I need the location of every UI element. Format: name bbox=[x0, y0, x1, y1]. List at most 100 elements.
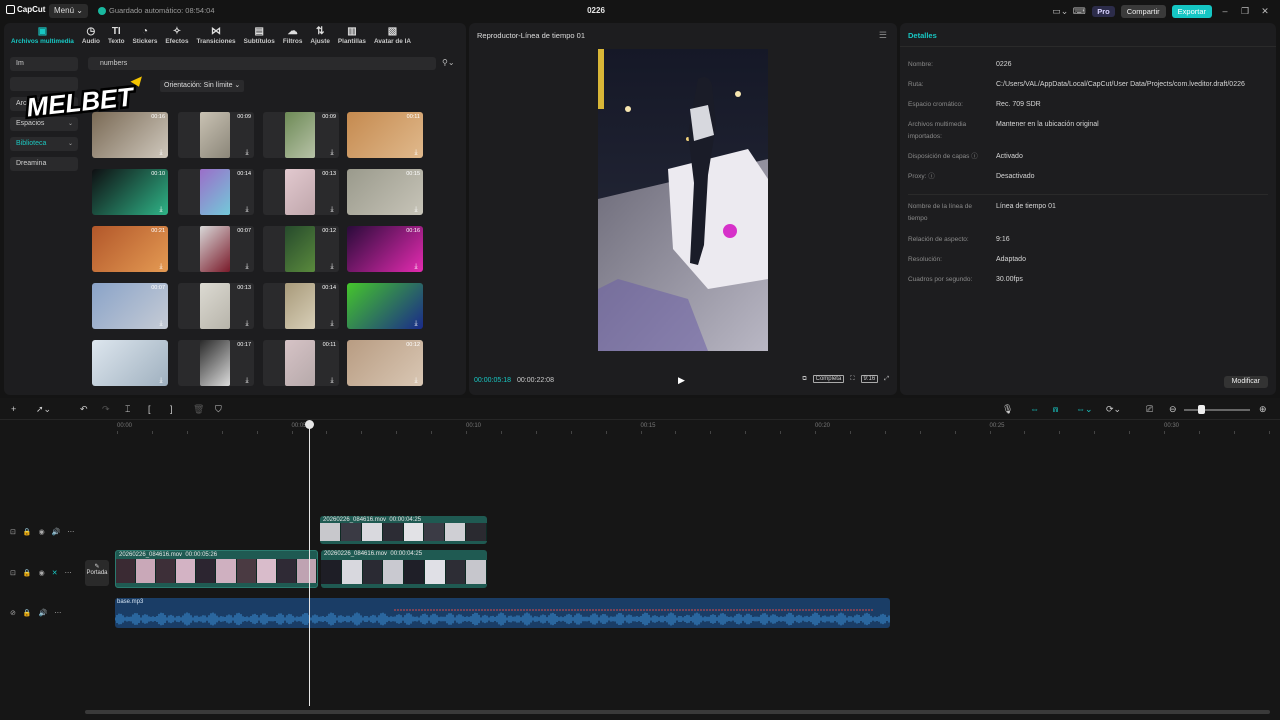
redo-icon[interactable]: ↷ bbox=[102, 404, 110, 415]
download-icon[interactable]: ⤓ bbox=[243, 149, 251, 157]
select-tool-icon[interactable]: ➚⌄ bbox=[36, 404, 51, 415]
more-icon[interactable]: ⋯ bbox=[67, 528, 74, 536]
playhead[interactable] bbox=[309, 424, 310, 706]
more-icon[interactable]: ⋯ bbox=[54, 609, 61, 617]
delete-icon[interactable]: 🗑 bbox=[193, 404, 204, 415]
tab-adjust[interactable]: ⇅ Ajuste bbox=[306, 23, 334, 49]
download-icon[interactable]: ⤓ bbox=[328, 320, 336, 328]
tab-avatar[interactable]: ▧ Avatar de IA bbox=[370, 23, 415, 49]
download-icon[interactable]: ⤓ bbox=[412, 377, 420, 385]
media-thumbnail[interactable]: 00:13 ⤓ bbox=[263, 169, 339, 215]
play-icon[interactable]: ▶ bbox=[678, 375, 685, 386]
eye-icon[interactable]: ◉ bbox=[39, 569, 45, 577]
time-ruler[interactable]: 00:00 00:05 00:10 00:15 00:20 00:25 00:30 bbox=[114, 420, 1280, 434]
fullscreen-icon[interactable]: ⤢ bbox=[884, 376, 889, 383]
download-icon[interactable]: ⤓ bbox=[412, 149, 420, 157]
media-thumbnail[interactable]: 00:21 ⤓ bbox=[92, 226, 168, 272]
download-icon[interactable]: ⤓ bbox=[328, 377, 336, 385]
minimize-icon[interactable]: – bbox=[1218, 6, 1232, 16]
download-icon[interactable]: ⤓ bbox=[157, 206, 165, 214]
download-icon[interactable]: ⤓ bbox=[243, 320, 251, 328]
sidebar-item[interactable]: Biblioteca ⌄ bbox=[10, 137, 78, 151]
volume-icon[interactable]: 🔊 bbox=[39, 609, 48, 617]
lock-icon[interactable]: 🔒 bbox=[23, 609, 32, 617]
download-icon[interactable]: ⤓ bbox=[243, 377, 251, 385]
tab-filters[interactable]: ☁ Filtros bbox=[279, 23, 307, 49]
more-icon[interactable]: ⋯ bbox=[65, 569, 72, 577]
main-clip-b[interactable]: 20260226_084616.mov 00:00:04:25 bbox=[321, 550, 487, 588]
media-thumbnail[interactable]: 00:13 ⤓ bbox=[178, 283, 254, 329]
media-thumbnail[interactable]: 00:09 ⤓ bbox=[178, 112, 254, 158]
cover-button[interactable]: ✎ Portada bbox=[85, 560, 109, 586]
download-icon[interactable]: ⤓ bbox=[157, 320, 165, 328]
export-button[interactable]: Exportar bbox=[1171, 4, 1212, 18]
media-thumbnail[interactable]: 00:07 ⤓ bbox=[92, 283, 168, 329]
split-icon[interactable]: ⌶ bbox=[125, 404, 130, 415]
media-thumbnail[interactable]: 00:14 ⤓ bbox=[178, 169, 254, 215]
media-thumbnail[interactable]: 00:17 ⤓ bbox=[178, 340, 254, 386]
quality-button[interactable]: Completa bbox=[812, 375, 845, 383]
tab-templates[interactable]: ▥ Plantillas bbox=[334, 23, 370, 49]
link-clips-icon[interactable]: ⇔⌄ bbox=[1076, 404, 1093, 415]
mute-icon[interactable]: ✕ bbox=[52, 569, 58, 577]
download-icon[interactable]: ⤓ bbox=[243, 263, 251, 271]
trim-right-icon[interactable]: ] bbox=[170, 404, 173, 414]
pro-button[interactable]: Pro bbox=[1092, 5, 1115, 17]
media-thumbnail[interactable]: 00:07 ⤓ bbox=[178, 226, 254, 272]
sidebar-item[interactable]: Im bbox=[10, 57, 78, 71]
preview-axis-icon[interactable]: ⟳⌄ bbox=[1106, 404, 1121, 415]
fit-icon[interactable]: ⛶ bbox=[850, 376, 854, 383]
tab-audio[interactable]: ◷ Audio bbox=[78, 23, 104, 49]
audio-clip[interactable]: base.mp3 bbox=[115, 598, 890, 628]
download-icon[interactable]: ⤓ bbox=[412, 320, 420, 328]
overlay-clip[interactable]: 20260226_084616.mov 00:00:04:25 bbox=[320, 516, 487, 544]
zoom-in-icon[interactable]: ⊕ bbox=[1259, 404, 1267, 415]
download-icon[interactable]: ⤓ bbox=[328, 206, 336, 214]
shield-icon[interactable]: ⛉ bbox=[215, 404, 222, 415]
media-thumbnail[interactable]: 00:09 ⤓ bbox=[263, 112, 339, 158]
sidebar-item[interactable]: Dreamina bbox=[10, 157, 78, 171]
undo-icon[interactable]: ↶ bbox=[80, 404, 88, 415]
trim-left-icon[interactable]: [ bbox=[148, 404, 151, 414]
download-icon[interactable]: ⤓ bbox=[157, 377, 165, 385]
layout-icon[interactable]: ▭⌄ bbox=[1052, 5, 1068, 17]
modify-button[interactable]: Modificar bbox=[1223, 376, 1268, 388]
download-icon[interactable]: ⤓ bbox=[157, 263, 165, 271]
media-thumbnail[interactable]: 00:12 ⤓ bbox=[347, 340, 423, 386]
lock-icon[interactable]: 🔒 bbox=[23, 528, 32, 536]
microphone-icon[interactable]: 🎙 bbox=[1002, 404, 1013, 415]
search-input[interactable]: numbers bbox=[88, 57, 436, 70]
lock-icon[interactable]: 🔒 bbox=[23, 569, 32, 577]
monitor-icon[interactable]: ⎚ bbox=[1146, 404, 1153, 415]
video-preview[interactable] bbox=[598, 49, 768, 351]
share-button[interactable]: Compartir bbox=[1120, 4, 1166, 18]
media-thumbnail[interactable]: 00:16 ⤓ bbox=[347, 226, 423, 272]
media-thumbnail[interactable]: 00:15 ⤓ bbox=[347, 169, 423, 215]
magnet-icon[interactable]: ⩎ bbox=[1053, 404, 1058, 415]
media-thumbnail[interactable]: ⤓ bbox=[92, 340, 168, 386]
media-thumbnail[interactable]: 00:10 ⤓ bbox=[92, 169, 168, 215]
tab-subtitles[interactable]: ▤ Subtítulos bbox=[240, 23, 279, 49]
download-icon[interactable]: ⤓ bbox=[412, 206, 420, 214]
tab-effects[interactable]: ✧ Efectos bbox=[161, 23, 192, 49]
media-thumbnail[interactable]: 00:12 ⤓ bbox=[263, 226, 339, 272]
link-main-icon[interactable]: ⇔ bbox=[1030, 404, 1039, 414]
zoom-slider-track[interactable] bbox=[1184, 409, 1250, 411]
media-thumbnail[interactable]: ⤓ bbox=[347, 283, 423, 329]
download-icon[interactable]: ⤓ bbox=[243, 206, 251, 214]
tab-sticker[interactable]: ◔ Stickers bbox=[129, 23, 162, 49]
download-icon[interactable]: ⤓ bbox=[412, 263, 420, 271]
filter-icon[interactable]: ⚲⌄ bbox=[442, 58, 455, 67]
restore-icon[interactable]: ❐ bbox=[1238, 6, 1252, 17]
player-menu-icon[interactable]: ☰ bbox=[879, 30, 887, 41]
ratio-button[interactable]: 9:16 bbox=[860, 375, 879, 383]
orientation-dropdown[interactable]: Orientación: Sin límite ⌄ bbox=[160, 80, 245, 92]
timeline-scrollbar[interactable] bbox=[85, 710, 1270, 714]
tab-text[interactable]: TI Texto bbox=[104, 23, 129, 49]
main-clip-a[interactable]: 20260226_084616.mov 00:00:05:26 bbox=[115, 550, 318, 588]
eye-icon[interactable]: ◉ bbox=[39, 528, 45, 536]
media-thumbnail[interactable]: 00:14 ⤓ bbox=[263, 283, 339, 329]
media-thumbnail[interactable]: 00:11 ⤓ bbox=[263, 340, 339, 386]
add-icon[interactable]: + bbox=[11, 404, 16, 414]
close-icon[interactable]: ✕ bbox=[1258, 6, 1272, 17]
